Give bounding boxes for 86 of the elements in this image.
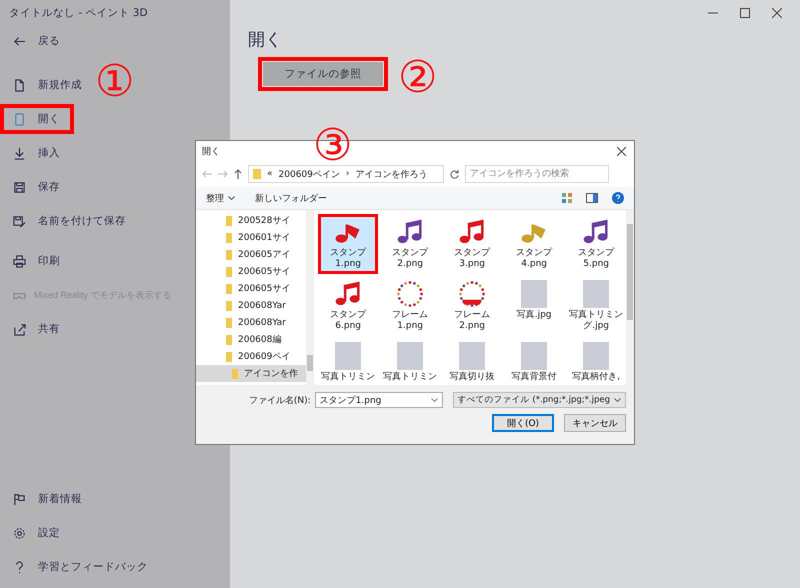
step-number-annotation: ① — [95, 60, 134, 104]
close-icon[interactable] — [772, 8, 782, 18]
back-button[interactable]: 戻る — [0, 26, 74, 56]
photo-placeholder — [335, 342, 362, 370]
step-number-annotation: ② — [398, 56, 438, 100]
menu-item[interactable]: 挿入 — [0, 138, 74, 168]
folder-item[interactable]: 200605サイ — [196, 263, 306, 280]
caret-icon — [614, 398, 621, 402]
file-item[interactable]: スタンプ 2.png — [380, 214, 440, 274]
breadcrumb-item[interactable]: 200609ペイン — [278, 168, 340, 180]
scrollbar[interactable] — [306, 210, 314, 385]
page-heading: 開く — [248, 29, 283, 51]
new-folder-button[interactable]: 新しいフォルダー — [255, 192, 327, 204]
menu-item[interactable]: 新規作成 — [0, 70, 96, 100]
caret-icon — [430, 398, 438, 402]
photo-placeholder — [397, 342, 424, 370]
folder-icon — [253, 169, 261, 179]
browse-files-button[interactable]: ファイルの参照 — [258, 57, 388, 91]
document-icon — [13, 78, 26, 92]
preview-pane-icon[interactable] — [586, 193, 598, 203]
file-item[interactable]: スタンプ 1.png — [318, 214, 378, 274]
settings-icon — [13, 526, 26, 540]
address-bar[interactable]: « 200609ペイン › アイコンを作ろう — [248, 165, 444, 183]
floppy-disk-icon — [13, 180, 26, 194]
photo-placeholder — [583, 280, 610, 308]
file-item[interactable]: 写真柄付き, — [566, 338, 626, 385]
folder-item[interactable]: 200608Yar — [196, 297, 306, 314]
organize-menu[interactable]: 整理 — [206, 192, 235, 204]
photo-placeholder — [521, 280, 548, 308]
breadcrumb-overflow: « — [267, 169, 273, 179]
folder-item[interactable]: 200609ペイ — [196, 348, 306, 365]
file-item[interactable]: 写真背景付 — [504, 338, 564, 385]
folder-item[interactable]: 200528サイ — [196, 212, 306, 229]
folder-item[interactable]: 200608編 — [196, 331, 306, 348]
menu-item[interactable]: 名前を付けて保存 — [0, 206, 140, 236]
breadcrumb-item[interactable]: アイコンを作ろう — [355, 168, 428, 180]
window-title: タイトルなし - ペイント 3D — [8, 6, 148, 21]
menu-item[interactable]: 開く — [0, 104, 74, 134]
back-arrow-icon — [13, 34, 26, 48]
file-item[interactable]: 写真.jpg — [504, 276, 564, 336]
download-arrow-icon — [13, 146, 26, 160]
scrollbar[interactable] — [626, 210, 634, 385]
search-field[interactable]: アイコンを作ろうの検索 — [465, 165, 609, 183]
printer-icon — [13, 254, 26, 268]
file-item[interactable]: スタンプ 6.png — [318, 276, 378, 336]
photo-placeholder — [583, 342, 610, 370]
photo-placeholder — [459, 342, 486, 370]
folder-item[interactable]: 200605サイ — [196, 280, 306, 297]
menu-item[interactable]: 共有 — [0, 314, 74, 344]
folder-item[interactable]: 200608Yar — [196, 314, 306, 331]
file-item[interactable]: 写真切り抜 — [442, 338, 502, 385]
file-item[interactable]: スタンプ 3.png — [442, 214, 502, 274]
refresh-icon[interactable] — [450, 170, 459, 178]
close-icon[interactable] — [617, 146, 626, 156]
flag-icon — [13, 492, 26, 506]
file-item[interactable]: 写真トリミン グ.jpg — [566, 276, 626, 336]
book-icon — [13, 112, 26, 126]
file-item[interactable]: フレーム 2.png — [442, 276, 502, 336]
file-item[interactable]: 写真トリミン — [318, 338, 378, 385]
filename-field[interactable]: スタンプ1.png — [314, 392, 443, 408]
floppy-pen-icon — [13, 214, 26, 228]
filename-label: ファイル名(N): — [248, 394, 311, 406]
menu-item[interactable]: 保存 — [0, 172, 74, 202]
folder-item[interactable]: 200605アイ — [196, 246, 306, 263]
dialog-button[interactable]: 開く(O) — [492, 414, 554, 432]
dialog-button[interactable]: キャンセル — [564, 414, 626, 432]
file-item[interactable]: フレーム 1.png — [380, 276, 440, 336]
file-item[interactable]: スタンプ 4.png — [504, 214, 564, 274]
help-icon[interactable] — [612, 192, 624, 204]
share-icon — [13, 322, 26, 336]
menu-item[interactable]: 新着情報 — [0, 484, 96, 514]
folder-item[interactable]: アイコンを作 — [196, 365, 306, 382]
maximize-icon[interactable] — [740, 8, 750, 18]
view-grid-icon[interactable] — [562, 193, 572, 203]
folder-item[interactable]: 200601サイ — [196, 229, 306, 246]
up-arrow-icon[interactable] — [234, 169, 242, 179]
menu-item[interactable]: 印刷 — [0, 246, 74, 276]
menu-item[interactable]: 学習とフィードバック — [0, 552, 162, 582]
file-item[interactable]: 写真トリミン — [380, 338, 440, 385]
menu-item[interactable]: 設定 — [0, 518, 74, 548]
photo-placeholder — [521, 342, 548, 370]
file-type-dropdown[interactable]: すべてのファイル (*.png;*.jpg;*.jpeg — [452, 392, 626, 408]
breadcrumb-separator: › — [346, 169, 350, 179]
dialog-title: 開く — [202, 146, 220, 158]
caret-icon — [228, 196, 235, 200]
file-item[interactable]: スタンプ 5.png — [566, 214, 626, 274]
